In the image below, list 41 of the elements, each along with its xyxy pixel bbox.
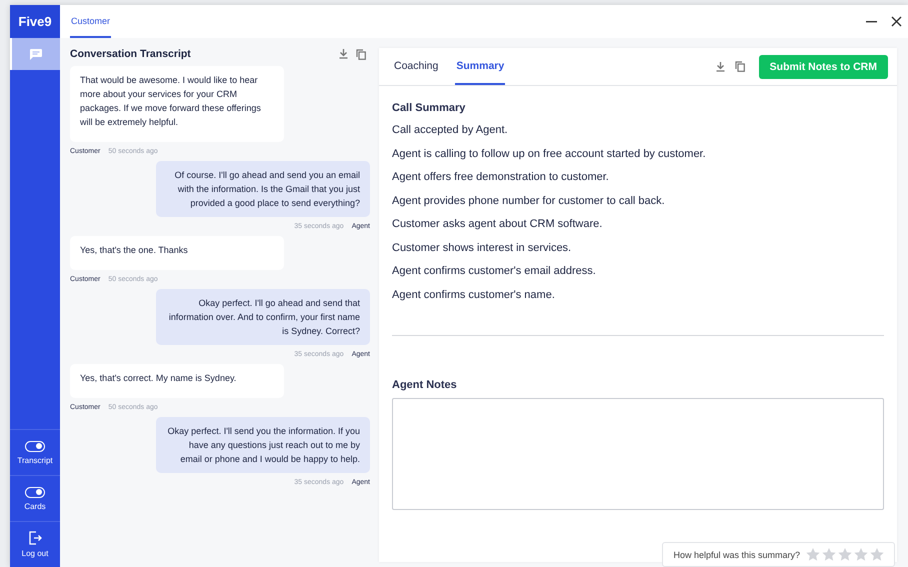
summary-item: Customer shows interest in services. [392, 240, 572, 256]
panel-title: Conversation Transcript [70, 48, 191, 60]
toggle-switch[interactable] [25, 440, 45, 452]
summary-item: Agent is calling to follow up on free account started by customer. [392, 146, 707, 162]
star-icon[interactable] [806, 548, 820, 561]
message-bubble: Yes, that's correct. My name is Sydney. [70, 364, 284, 398]
rating-question: How helpful was this summary? [673, 550, 800, 560]
panel-tab[interactable]: Coaching [393, 48, 440, 85]
summary-item: Agent provides phone number for customer to call back. [392, 194, 666, 208]
section-title: Call Summary [392, 102, 466, 114]
chat-icon [30, 48, 42, 60]
message-bubble: Okay perfect. I'll send you the information. If you have any questions just reach out to me by email or phone and I would be happy to help. [156, 417, 370, 473]
summary-item: Call accepted by Agent. [392, 123, 509, 138]
close-icon[interactable] [891, 16, 902, 27]
summary-item: Customer asks agent about CRM software. [392, 217, 604, 232]
summary-item: Agent offers free demonstration to customer. [392, 170, 610, 185]
customer-tab[interactable]: Customer [70, 5, 112, 38]
message-bubble: Yes, that's the one. Thanks [70, 236, 284, 270]
section-title: Agent Notes [392, 379, 458, 391]
summary-item: Agent confirms customer's email address. [392, 264, 597, 279]
summary-item: Agent confirms customer's name. [392, 288, 556, 302]
download-icon[interactable] [716, 62, 725, 72]
logout-icon [28, 531, 42, 545]
toggle-button[interactable]: Transcript [10, 429, 60, 475]
star-rating[interactable] [806, 548, 884, 561]
star-icon[interactable] [854, 548, 868, 561]
message-bubble: Okay perfect. I'll go ahead and send that information over. And to confirm, your first name is Sydney. Correct? [156, 289, 370, 345]
download-icon[interactable] [339, 49, 348, 59]
message-bubble: That would be awesome. I would like to hear more about your services for your CRM packages. If we move forward these offerings will be extremely helpful. [70, 66, 284, 142]
notes-field[interactable] [392, 398, 884, 510]
logo: Five9 [10, 5, 60, 38]
logout-button[interactable]: Log out [10, 521, 60, 567]
panel-tab[interactable]: Summary [455, 48, 506, 85]
toggle-switch[interactable] [25, 486, 45, 498]
copy-icon[interactable] [734, 61, 745, 72]
copy-icon[interactable] [356, 48, 366, 60]
message-bubble: Of course. I'll go ahead and send you an email with the information. Is the Gmail that you just provided a good place to send everything? [156, 161, 370, 217]
star-icon[interactable] [838, 548, 852, 561]
star-icon[interactable] [822, 548, 836, 561]
toggle-button[interactable]: Cards [10, 475, 60, 521]
star-icon[interactable] [870, 548, 884, 561]
